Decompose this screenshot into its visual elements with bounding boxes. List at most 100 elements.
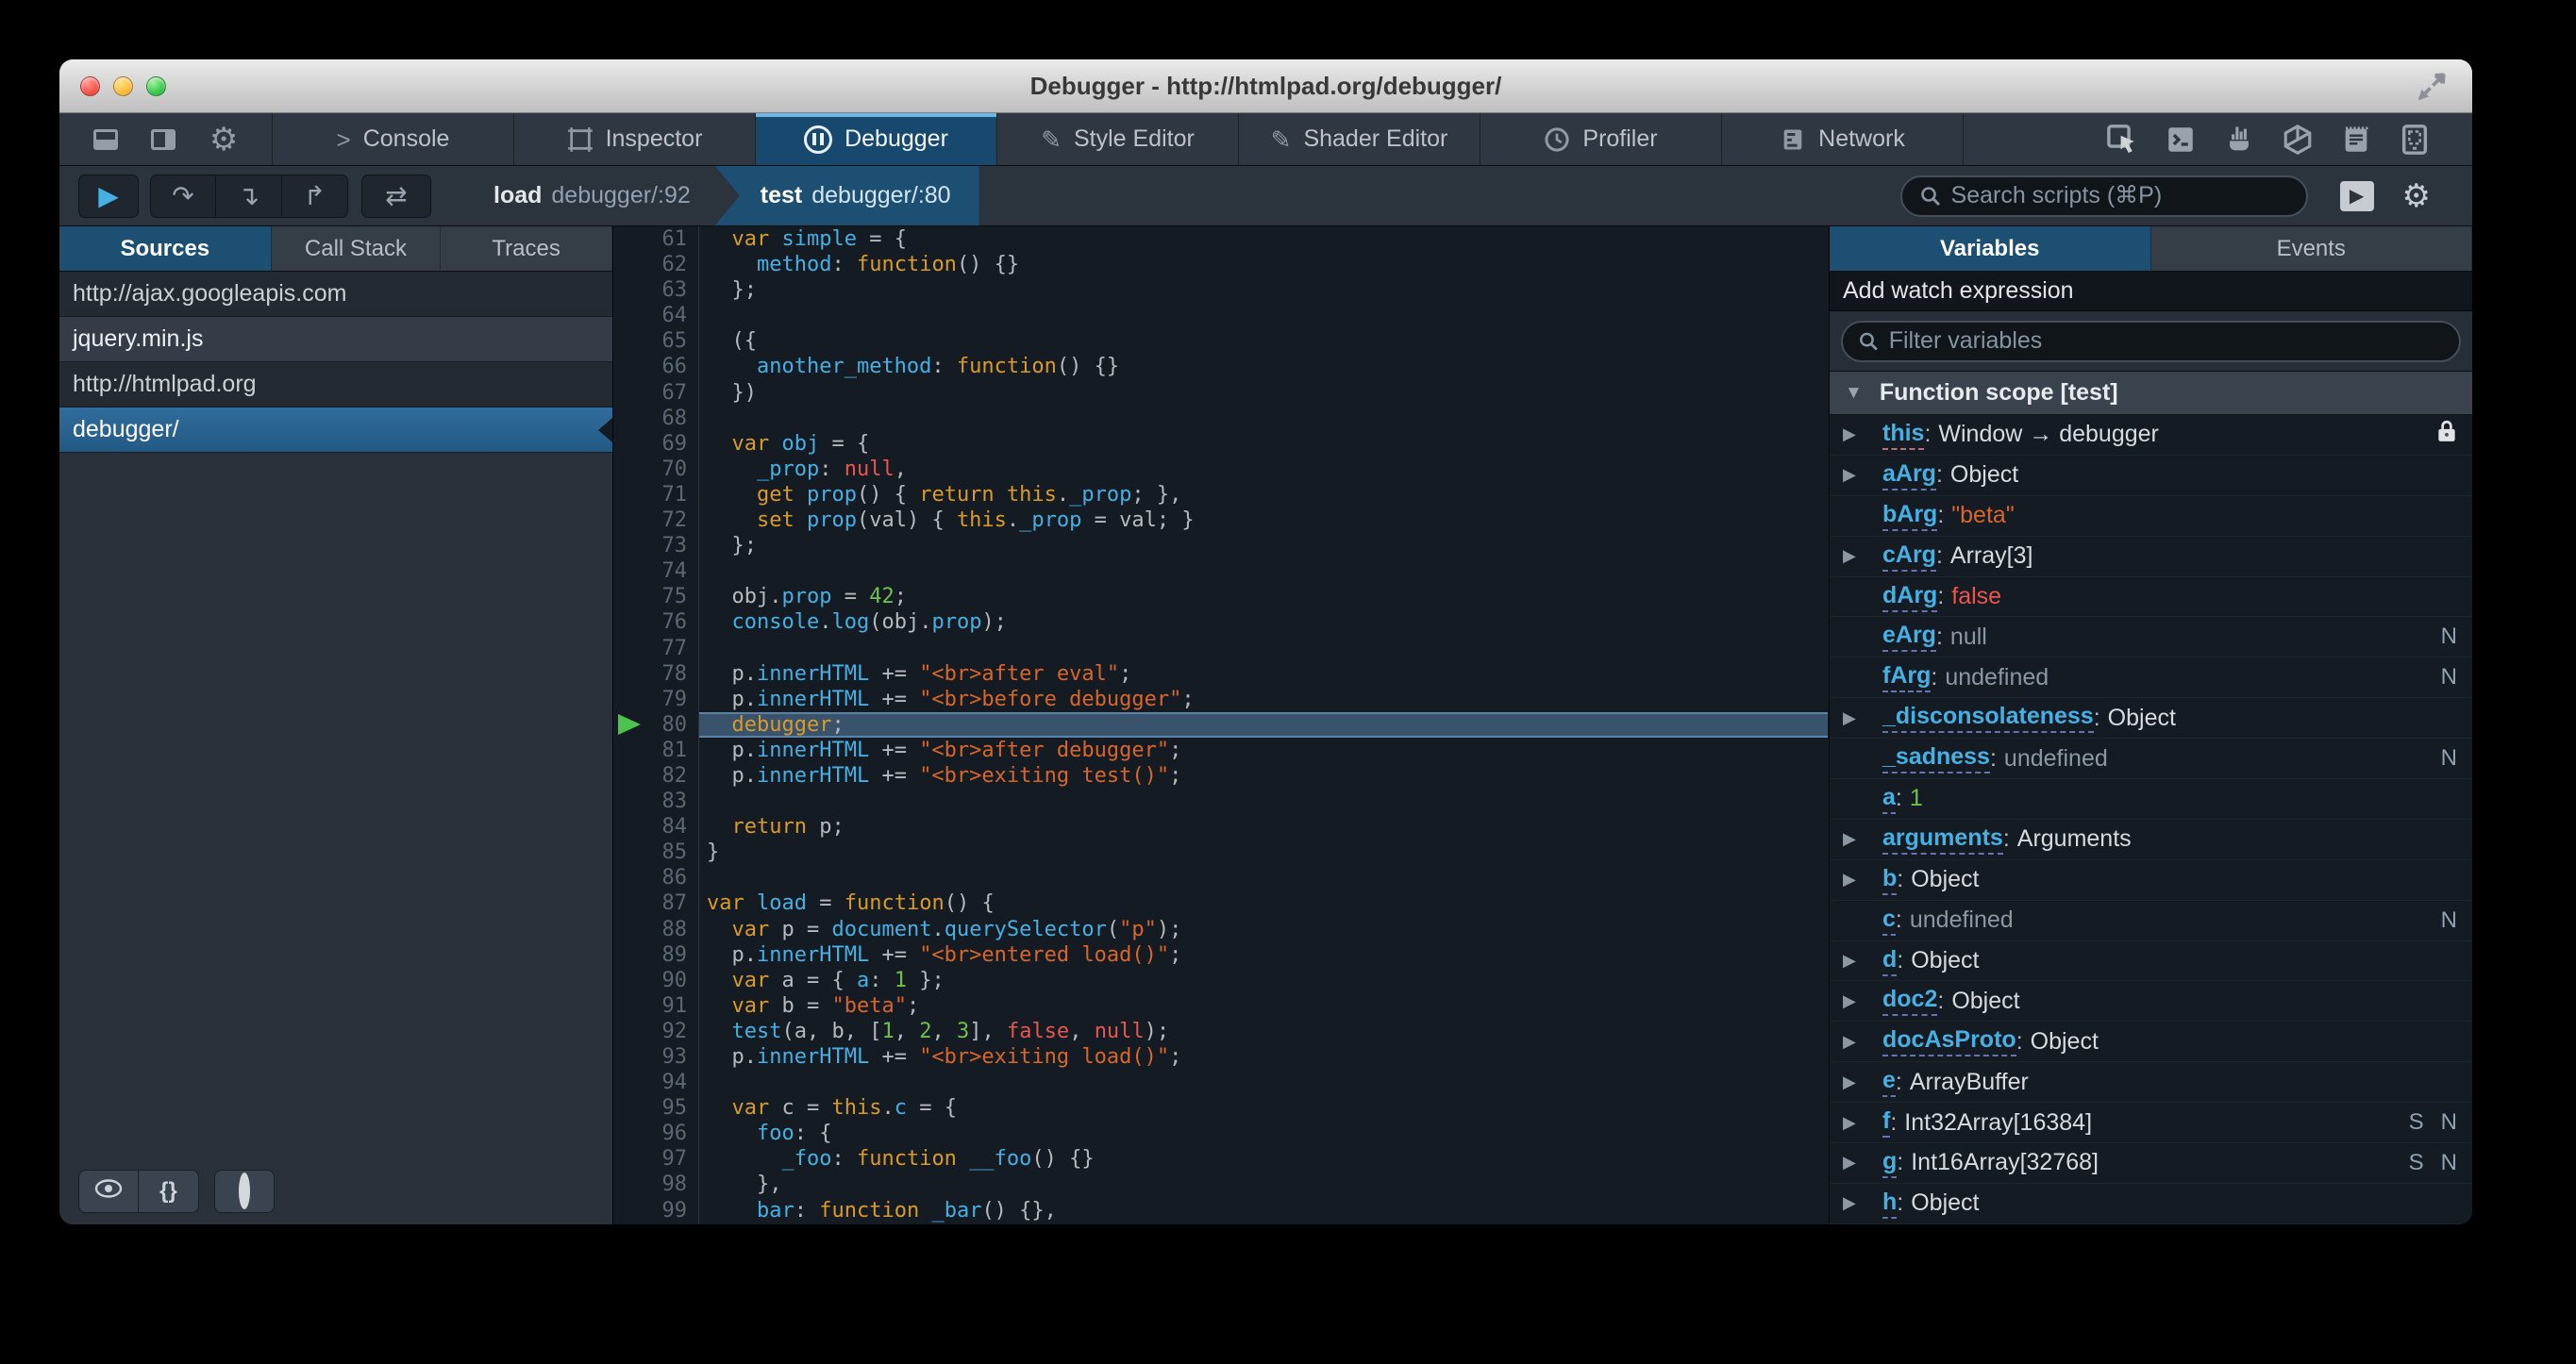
pretty-print-button[interactable]: {} [139, 1170, 199, 1213]
line-number[interactable]: 70 [614, 456, 699, 482]
expand-arrow-icon[interactable]: ▶ [1843, 829, 1882, 849]
line-number[interactable]: 99 [614, 1197, 699, 1223]
variable-row[interactable]: ▶ arguments: Arguments [1830, 820, 2472, 860]
step-out-button[interactable]: ↱ [282, 174, 348, 218]
line-number[interactable]: 80 [614, 711, 699, 738]
variable-row[interactable]: ▶ this: Window → debugger [1830, 415, 2472, 456]
tab-debugger[interactable]: Debugger [756, 113, 997, 165]
dock-side-icon[interactable] [151, 128, 176, 150]
tab-style-editor[interactable]: ✎ Style Editor [997, 113, 1239, 165]
variable-row[interactable]: a:1 [1830, 779, 2472, 820]
line-number[interactable]: 83 [614, 789, 699, 815]
expand-arrow-icon[interactable]: ▶ [1843, 465, 1882, 485]
line-number[interactable]: 71 [614, 481, 699, 508]
variable-row[interactable]: bArg: "beta" [1830, 496, 2472, 537]
line-number[interactable]: 76 [614, 609, 699, 636]
resume-button[interactable]: ▶ [78, 174, 139, 218]
filter-variables-box[interactable] [1841, 320, 2461, 362]
pick-element-icon[interactable] [2106, 124, 2138, 156]
filter-variables-input[interactable] [1888, 327, 2444, 355]
expand-arrow-icon[interactable]: ▶ [1843, 1032, 1882, 1052]
line-number[interactable]: 95 [614, 1095, 699, 1122]
variable-row[interactable]: ▶ docAsProto: Object [1830, 1022, 2472, 1063]
line-number[interactable]: 69 [614, 430, 699, 457]
variable-row[interactable]: ▶ d: Object [1830, 941, 2472, 982]
variable-row[interactable]: ▶ _disconsolateness: Object [1830, 698, 2472, 740]
expand-arrow-icon[interactable]: ▶ [1843, 1113, 1882, 1133]
search-scripts-input[interactable] [1950, 182, 2289, 209]
scratchpad-icon[interactable] [2340, 124, 2372, 156]
expand-arrow-icon[interactable]: ▶ [1843, 546, 1882, 566]
expand-arrow-icon[interactable]: ▶ [1843, 708, 1882, 728]
line-number[interactable]: 94 [614, 1070, 699, 1096]
line-number[interactable]: 91 [614, 992, 699, 1019]
line-number[interactable]: 96 [614, 1121, 699, 1147]
settings-gear-icon[interactable]: ⚙ [209, 124, 238, 156]
breadcrumb-frame[interactable]: load debugger/:92 [469, 166, 715, 225]
line-number[interactable]: 82 [614, 762, 699, 790]
source-item[interactable]: jquery.min.js [59, 317, 612, 362]
line-number[interactable]: 65 [614, 328, 699, 355]
line-number[interactable]: 87 [614, 890, 699, 917]
line-number[interactable]: 68 [614, 405, 699, 431]
tab-variables[interactable]: Variables [1830, 226, 2151, 271]
expand-arrow-icon[interactable]: ▶ [1843, 424, 1882, 444]
zoom-button[interactable] [146, 75, 166, 96]
dock-bottom-icon[interactable] [92, 128, 118, 150]
blackbox-sources-button[interactable] [78, 1170, 139, 1213]
line-number[interactable]: 81 [614, 737, 699, 763]
line-number[interactable]: 92 [614, 1018, 699, 1044]
tab-call-stack[interactable]: Call Stack [272, 226, 442, 271]
expand-arrow-icon[interactable]: ▶ [1843, 991, 1882, 1011]
expand-arrow-icon[interactable]: ▶ [1843, 951, 1882, 971]
line-number[interactable]: 84 [614, 814, 699, 840]
line-number[interactable]: 85 [614, 840, 699, 866]
variable-row[interactable]: ▶ aArg: Object [1830, 456, 2472, 496]
line-number[interactable]: 75 [614, 584, 699, 610]
tab-shader-editor[interactable]: ✎ Shader Editor [1239, 113, 1480, 165]
variable-row[interactable]: ▶ cArg: Array[3] [1830, 537, 2472, 577]
variable-row[interactable]: c: undefined N [1830, 901, 2472, 941]
line-number[interactable]: 79 [614, 686, 699, 712]
line-number[interactable]: 63 [614, 277, 699, 304]
tab-events[interactable]: Events [2151, 226, 2472, 271]
line-number[interactable]: 93 [614, 1044, 699, 1071]
debugger-settings-gear-icon[interactable]: ⚙ [2402, 177, 2431, 215]
line-number[interactable]: 67 [614, 379, 699, 406]
line-number[interactable]: 78 [614, 660, 699, 687]
step-in-button[interactable]: ↴ [216, 174, 282, 218]
paintbrush-icon[interactable] [2223, 124, 2255, 156]
expand-arrow-icon[interactable]: ▶ [1843, 1193, 1882, 1213]
step-over-button[interactable]: ↷ [150, 174, 216, 218]
tilt-3d-icon[interactable] [2282, 124, 2314, 156]
split-console-icon[interactable] [2165, 124, 2197, 156]
tab-console[interactable]: > Console [273, 113, 514, 165]
toggle-breakpoints-button[interactable] [214, 1170, 275, 1213]
minimize-button[interactable] [113, 75, 133, 96]
function-scope-header[interactable]: ▼ Function scope [test] [1830, 372, 2472, 415]
line-number[interactable]: 90 [614, 967, 699, 993]
variable-row[interactable]: eArg: null N [1830, 617, 2472, 658]
line-number[interactable]: 61 [614, 226, 699, 253]
variable-row[interactable]: ▶ doc2: Object [1830, 981, 2472, 1023]
expand-arrow-icon[interactable]: ▶ [1843, 1153, 1882, 1173]
variable-row[interactable]: _sadness: undefined N [1830, 739, 2472, 780]
line-number[interactable]: 74 [614, 558, 699, 585]
line-number[interactable]: 77 [614, 635, 699, 661]
line-number[interactable]: 89 [614, 941, 699, 968]
variable-row[interactable]: ▶ h: Object [1830, 1184, 2472, 1224]
variable-row[interactable]: fArg: undefined N [1830, 657, 2472, 699]
line-number[interactable]: 88 [614, 916, 699, 942]
variable-row[interactable]: ▶ g: Int16Array[32768] S N [1830, 1143, 2472, 1184]
variable-row[interactable]: ▶ f: Int32Array[16384] S N [1830, 1103, 2472, 1144]
tab-profiler[interactable]: Profiler [1480, 113, 1722, 165]
source-item[interactable]: debugger/ [59, 408, 612, 453]
line-number[interactable]: 73 [614, 533, 699, 559]
line-number[interactable]: 86 [614, 865, 699, 891]
close-button[interactable] [80, 75, 100, 96]
line-number[interactable]: 72 [614, 507, 699, 534]
source-item[interactable]: http://htmlpad.org [59, 362, 612, 408]
fullscreen-resize-icon[interactable] [2416, 71, 2448, 103]
add-watch-expression[interactable]: Add watch expression [1830, 272, 2472, 311]
tab-network[interactable]: Network [1722, 113, 1964, 165]
